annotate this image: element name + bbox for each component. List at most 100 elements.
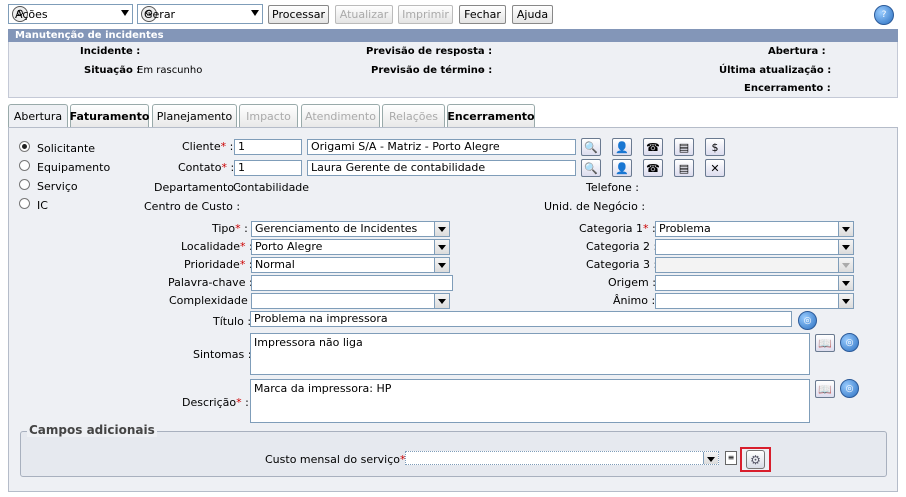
incidente-label: Incidente : xyxy=(80,46,141,57)
acoes-select-label: Ações xyxy=(15,7,48,21)
imprimir-button[interactable]: Imprimir xyxy=(398,5,453,24)
tab-impacto[interactable]: Impacto xyxy=(239,104,298,127)
radio-ic-label: IC xyxy=(37,199,48,212)
previsao-resposta-label: Previsão de resposta : xyxy=(366,46,493,57)
localidade-label: Localidade* : xyxy=(181,240,253,253)
situacao-value: Em rascunho xyxy=(137,65,203,76)
help-globe-icon[interactable]: ? xyxy=(874,5,894,25)
descricao-textarea[interactable]: Marca da impressora: HP xyxy=(250,379,810,423)
titulo-label: Título : xyxy=(213,315,252,328)
complexidade-label: Complexidade : xyxy=(169,294,255,307)
radio-solicitante[interactable] xyxy=(19,141,30,152)
atualizar-button[interactable]: Atualizar xyxy=(335,5,393,24)
gerar-select[interactable]: ⚙ Gerar xyxy=(137,4,263,24)
categoria1-label: Categoria 1* : xyxy=(579,222,656,235)
situacao-label: Situação : xyxy=(84,65,141,76)
palavra-chave-label: Palavra-chave : xyxy=(168,276,253,289)
chevron-down-icon xyxy=(251,10,259,16)
search-icon[interactable]: 🔍 xyxy=(581,138,601,156)
settings-button[interactable]: ⚙ xyxy=(740,447,771,472)
previsao-termino-label: Previsão de término : xyxy=(371,65,493,76)
user-icon[interactable]: 👤 xyxy=(612,138,632,156)
categoria2-label: Categoria 2 : xyxy=(586,240,658,253)
document-icon[interactable]: ▤ xyxy=(674,138,694,156)
localidade-select-value: Porto Alegre xyxy=(255,240,323,253)
previsao-resposta-value: - xyxy=(480,46,484,57)
unid-negocio-label: Unid. de Negócio : xyxy=(544,200,646,213)
prioridade-select-value: Normal xyxy=(255,258,295,271)
tools-icon[interactable]: ✕ xyxy=(705,159,725,177)
categoria2-select[interactable] xyxy=(655,239,854,255)
radio-solicitante-label: Solicitante xyxy=(37,142,96,155)
previsao-termino-value: - xyxy=(480,65,484,76)
localidade-select[interactable]: Porto Alegre xyxy=(251,239,450,255)
tab-abertura[interactable]: Abertura xyxy=(8,104,68,128)
document-icon[interactable]: ▤ xyxy=(674,159,694,177)
chevron-down-icon xyxy=(838,294,853,308)
tipo-select[interactable]: Gerenciamento de Incidentes xyxy=(251,221,450,237)
contato-code-input[interactable]: 1 xyxy=(234,160,302,176)
user-icon[interactable]: 👤 xyxy=(612,159,632,177)
categoria3-label: Categoria 3 : xyxy=(586,258,658,271)
tab-faturamento[interactable]: Faturamento xyxy=(70,104,149,127)
money-icon[interactable]: $ xyxy=(705,138,725,156)
tab-relacoes[interactable]: Relações xyxy=(382,104,445,127)
animo-label: Ânimo : xyxy=(613,294,656,307)
sintomas-label: Sintomas : xyxy=(193,348,252,361)
chevron-down-icon xyxy=(703,452,718,464)
origem-select[interactable] xyxy=(655,275,854,291)
book-icon[interactable]: 📖 xyxy=(815,380,835,398)
chevron-down-icon xyxy=(838,258,853,272)
chevron-down-icon xyxy=(121,10,129,16)
chevron-down-icon xyxy=(434,240,449,254)
custo-select[interactable] xyxy=(405,451,719,465)
book-icon[interactable]: 📖 xyxy=(815,334,835,352)
chevron-down-icon xyxy=(838,240,853,254)
cliente-label: Cliente* : xyxy=(182,140,234,153)
origem-label: Origem : xyxy=(608,276,656,289)
document-icon[interactable]: ≡ xyxy=(725,451,737,465)
processar-button[interactable]: Processar xyxy=(268,5,329,24)
palavra-chave-input[interactable] xyxy=(251,275,453,291)
descricao-label: Descrição* : xyxy=(182,396,249,409)
centro-custo-label: Centro de Custo : xyxy=(144,200,241,213)
chevron-down-icon xyxy=(434,258,449,272)
radio-equipamento[interactable] xyxy=(19,160,30,171)
chevron-down-icon xyxy=(838,222,853,236)
gear-icon: ⚙ xyxy=(746,450,765,469)
categoria1-select-value: Problema xyxy=(659,222,711,235)
phone-icon[interactable]: ☎ xyxy=(643,159,663,177)
globe-icon[interactable]: ◎ xyxy=(798,311,817,330)
encerramento-label: Encerramento : xyxy=(744,83,831,94)
globe-icon[interactable]: ◎ xyxy=(840,333,859,352)
tipo-select-value: Gerenciamento de Incidentes xyxy=(255,222,418,235)
tipo-label: Tipo* : xyxy=(212,222,248,235)
categoria3-select[interactable] xyxy=(655,257,854,273)
radio-servico[interactable] xyxy=(19,179,30,190)
globe-icon[interactable]: ◎ xyxy=(840,379,859,398)
animo-select[interactable] xyxy=(655,293,854,309)
fechar-button[interactable]: Fechar xyxy=(459,5,506,24)
gerar-select-label: Gerar xyxy=(144,7,176,21)
tab-encerramento[interactable]: Encerramento xyxy=(447,104,535,127)
cliente-code-input[interactable]: 1 xyxy=(234,139,302,155)
ajuda-button[interactable]: Ajuda xyxy=(512,5,553,24)
tab-planejamento[interactable]: Planejamento xyxy=(152,104,237,127)
categoria1-select[interactable]: Problema xyxy=(655,221,854,237)
complexidade-select[interactable] xyxy=(251,293,450,309)
chevron-down-icon xyxy=(838,276,853,290)
cliente-name-input[interactable]: Origami S/A - Matriz - Porto Alegre xyxy=(307,139,576,155)
chevron-down-icon xyxy=(434,222,449,236)
sintomas-textarea[interactable]: Impressora não liga xyxy=(250,333,810,375)
campos-adicionais-legend: Campos adicionais xyxy=(27,423,157,437)
radio-ic[interactable] xyxy=(19,198,30,209)
tab-atendimento[interactable]: Atendimento xyxy=(301,104,380,127)
search-icon[interactable]: 🔍 xyxy=(581,159,601,177)
contato-name-input[interactable]: Laura Gerente de contabilidade xyxy=(307,160,576,176)
phone-icon[interactable]: ☎ xyxy=(643,138,663,156)
prioridade-label: Prioridade* : xyxy=(184,258,253,271)
titulo-input[interactable]: Problema na impressora xyxy=(250,311,792,327)
acoes-select[interactable]: ⚙ Ações xyxy=(8,4,133,24)
chevron-down-icon xyxy=(434,294,449,308)
prioridade-select[interactable]: Normal xyxy=(251,257,450,273)
